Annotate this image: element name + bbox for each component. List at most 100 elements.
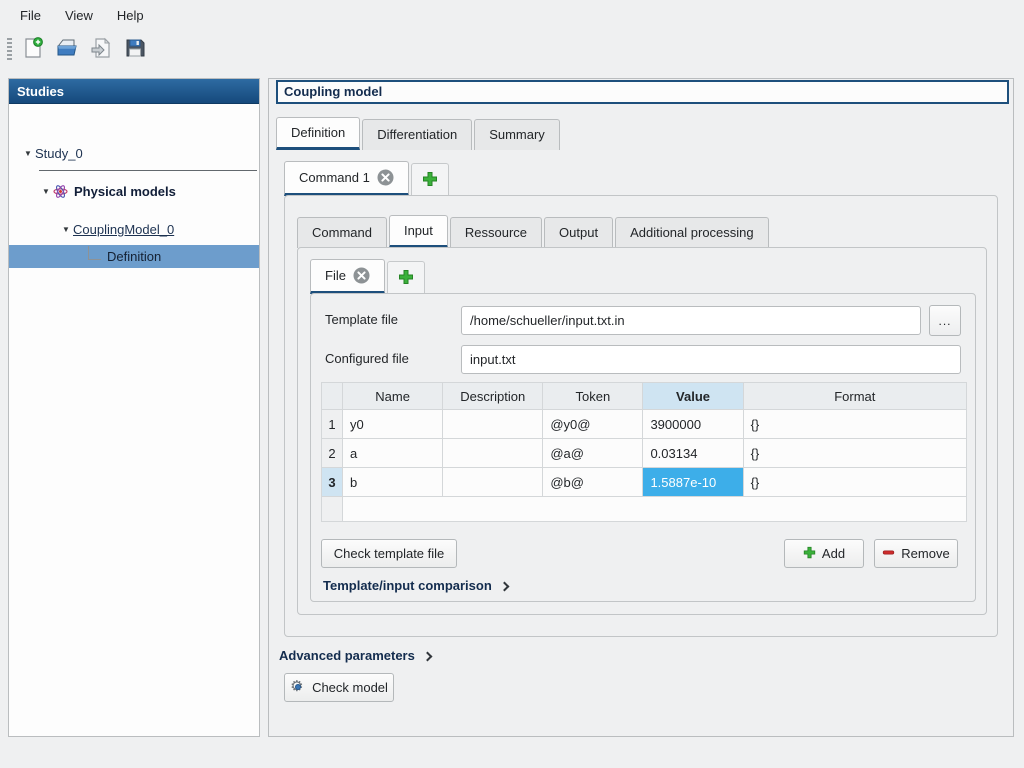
col-header-token[interactable]: Token: [543, 383, 643, 410]
chevron-right-icon: [499, 581, 509, 591]
plus-icon: [422, 171, 438, 190]
tab-command-1[interactable]: Command 1: [284, 161, 409, 196]
tab-differentiation[interactable]: Differentiation: [362, 119, 472, 150]
input-tab-frame: File: [297, 247, 987, 615]
cell-format[interactable]: {}: [743, 410, 966, 439]
study-tree: ▼ Study_0 ▼ Physical models ▼ C: [9, 104, 259, 735]
page-title: Coupling model: [276, 80, 1009, 104]
col-header-value[interactable]: Value: [643, 383, 743, 410]
tree-separator: [39, 170, 257, 171]
tab-command[interactable]: Command: [297, 217, 387, 248]
chevron-right-icon: [422, 651, 432, 661]
gear-icon: ⚙: [290, 680, 306, 696]
col-header-format[interactable]: Format: [743, 383, 966, 410]
table-row: 1 y0 @y0@ 3900000 {}: [322, 410, 967, 439]
application-window: File View Help: [0, 0, 1024, 768]
atom-icon: [53, 184, 68, 199]
import-button[interactable]: [86, 34, 116, 64]
col-header-name[interactable]: Name: [343, 383, 443, 410]
cell-value[interactable]: 3900000: [643, 410, 743, 439]
tab-ressource[interactable]: Ressource: [450, 217, 542, 248]
row-number[interactable]: 3: [322, 468, 343, 497]
tab-file-label: File: [325, 268, 346, 283]
tree-item-definition-selected[interactable]: Definition: [9, 245, 259, 268]
command-tab-bar: Command 1: [284, 160, 449, 196]
expand-arrow-icon[interactable]: ▼: [59, 225, 73, 234]
close-tab-icon[interactable]: [377, 169, 394, 186]
new-study-icon: [22, 37, 44, 62]
template-file-input[interactable]: [461, 306, 921, 335]
new-study-button[interactable]: [18, 34, 48, 64]
open-button[interactable]: [52, 34, 82, 64]
remove-row-button[interactable]: Remove: [874, 539, 958, 568]
configured-file-label: Configured file: [325, 351, 409, 366]
cell-value-selected[interactable]: 1.5887e-10: [643, 468, 743, 497]
cell-format[interactable]: {}: [743, 468, 966, 497]
tree-item-coupling-model[interactable]: ▼ CouplingModel_0: [9, 218, 259, 241]
expand-arrow-icon[interactable]: ▼: [39, 187, 53, 196]
check-template-file-button[interactable]: Check template file: [321, 539, 457, 568]
tree-item-label: Physical models: [74, 184, 176, 199]
add-file-tab-button[interactable]: [387, 261, 425, 294]
table-empty-row: [322, 497, 967, 522]
file-frame: Template file ... Configured file: [310, 293, 976, 602]
command-group-frame: Command Input Ressource Output Additiona…: [284, 195, 998, 637]
template-input-comparison-label: Template/input comparison: [323, 578, 492, 593]
expand-arrow-icon[interactable]: ▼: [21, 149, 35, 158]
cell-description[interactable]: [443, 410, 543, 439]
cell-name[interactable]: b: [343, 468, 443, 497]
tab-additional-processing[interactable]: Additional processing: [615, 217, 769, 248]
remove-row-label: Remove: [901, 546, 949, 561]
tab-input[interactable]: Input: [389, 215, 448, 248]
cell-description[interactable]: [443, 468, 543, 497]
row-number[interactable]: 1: [322, 410, 343, 439]
cell-name[interactable]: y0: [343, 410, 443, 439]
col-header-description[interactable]: Description: [443, 383, 543, 410]
check-model-button[interactable]: ⚙ Check model: [284, 673, 394, 702]
main-panel: Coupling model Definition Differentiatio…: [268, 78, 1014, 737]
cell-value[interactable]: 0.03134: [643, 439, 743, 468]
tree-branch-line: [88, 246, 101, 260]
cell-name[interactable]: a: [343, 439, 443, 468]
cell-format[interactable]: {}: [743, 439, 966, 468]
template-input-comparison-expander[interactable]: Template/input comparison: [323, 578, 508, 593]
tab-file[interactable]: File: [310, 259, 385, 294]
close-tab-icon[interactable]: [353, 267, 370, 284]
empty-cell[interactable]: [343, 497, 967, 522]
tree-item-study[interactable]: ▼ Study_0: [9, 142, 259, 165]
tree-item-physical-models[interactable]: ▼ Physical models: [9, 180, 259, 203]
row-number[interactable]: [322, 497, 343, 522]
toolbar: [0, 30, 1024, 68]
toolbar-grip[interactable]: [7, 38, 12, 60]
browse-template-file-button[interactable]: ...: [929, 305, 961, 336]
cell-token[interactable]: @a@: [543, 439, 643, 468]
variables-table: Name Description Token Value Format 1 y0: [321, 382, 967, 522]
advanced-parameters-label: Advanced parameters: [279, 648, 415, 663]
check-template-file-label: Check template file: [334, 546, 445, 561]
tab-definition[interactable]: Definition: [276, 117, 360, 150]
add-row-button[interactable]: Add: [784, 539, 864, 568]
table-row: 2 a @a@ 0.03134 {}: [322, 439, 967, 468]
save-button[interactable]: [120, 34, 150, 64]
add-row-label: Add: [822, 546, 845, 561]
studies-panel-title: Studies: [9, 79, 259, 104]
cell-token[interactable]: @y0@: [543, 410, 643, 439]
advanced-parameters-expander[interactable]: Advanced parameters: [279, 648, 431, 663]
add-command-tab-button[interactable]: [411, 163, 449, 196]
plus-icon: [803, 546, 816, 562]
model-tab-bar: Definition Differentiation Summary: [276, 117, 562, 150]
menu-bar: File View Help: [0, 0, 1024, 30]
import-icon: [90, 37, 112, 62]
menu-view[interactable]: View: [53, 3, 105, 28]
save-icon: [124, 37, 146, 62]
menu-help[interactable]: Help: [105, 3, 156, 28]
row-number[interactable]: 2: [322, 439, 343, 468]
configured-file-input[interactable]: [461, 345, 961, 374]
cell-token[interactable]: @b@: [543, 468, 643, 497]
tab-output[interactable]: Output: [544, 217, 613, 248]
template-file-label: Template file: [325, 312, 398, 327]
menu-file[interactable]: File: [8, 3, 53, 28]
tab-summary[interactable]: Summary: [474, 119, 560, 150]
minus-icon: [882, 546, 895, 562]
cell-description[interactable]: [443, 439, 543, 468]
